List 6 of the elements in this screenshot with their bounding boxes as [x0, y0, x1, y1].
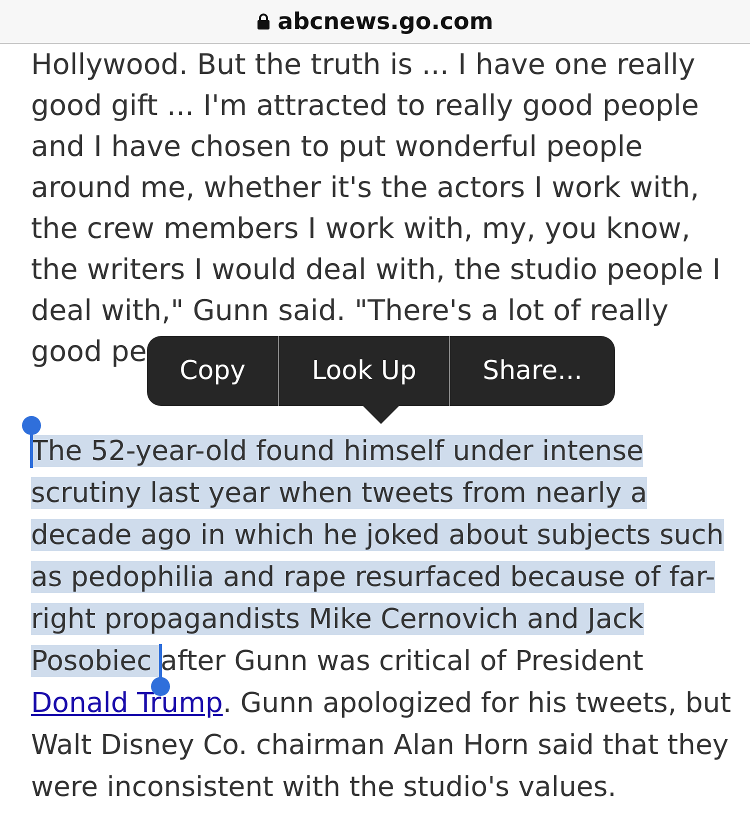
address-bar[interactable]: abcnews.go.com: [0, 0, 750, 44]
menu-item[interactable]: Copy: [147, 336, 278, 406]
menu-item[interactable]: Share...: [449, 336, 615, 406]
article-link[interactable]: Donald Trump: [31, 687, 223, 719]
url-text: abcnews.go.com: [278, 8, 494, 34]
paragraph-text: good pe: [31, 335, 147, 368]
